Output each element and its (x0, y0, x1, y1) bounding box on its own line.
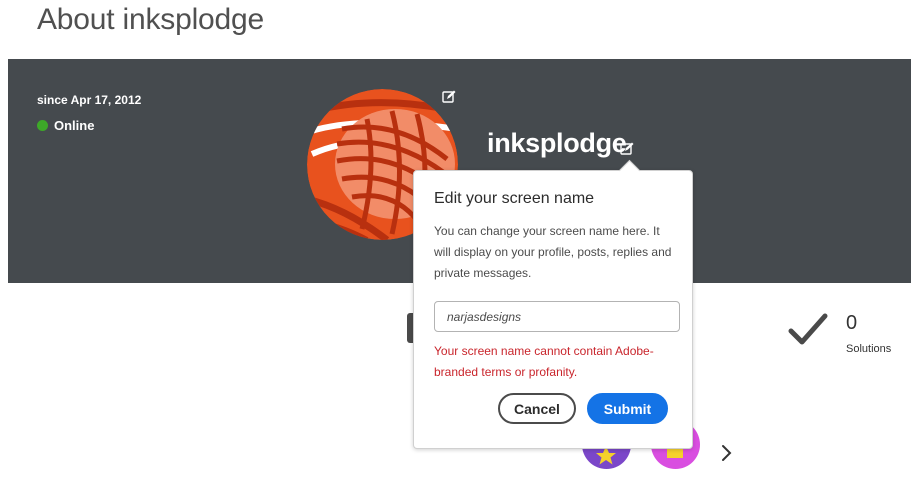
popover-title: Edit your screen name (434, 190, 595, 207)
online-indicator-icon (37, 120, 48, 131)
solutions-count: 0 (846, 312, 858, 334)
checkmark-icon (788, 313, 828, 352)
screen-name: inksplodge (487, 128, 627, 158)
screen-name-input[interactable] (434, 301, 680, 332)
online-status-label: Online (54, 118, 95, 133)
chevron-right-icon[interactable] (720, 443, 734, 468)
edit-screen-name-icon[interactable] (620, 142, 634, 161)
edit-screen-name-popover: Edit your screen name You can change you… (413, 159, 693, 449)
cancel-button[interactable]: Cancel (498, 393, 576, 424)
page-title: About inksplodge (37, 3, 264, 36)
submit-button[interactable]: Submit (587, 393, 668, 424)
popover-description: You can change your screen name here. It… (434, 224, 672, 280)
member-since: since Apr 17, 2012 (37, 93, 142, 107)
screen-name-error: Your screen name cannot contain Adobe-br… (434, 344, 654, 379)
edit-avatar-icon[interactable] (442, 90, 456, 109)
online-status: Online (37, 118, 94, 133)
solutions-label: Solutions (846, 343, 892, 355)
